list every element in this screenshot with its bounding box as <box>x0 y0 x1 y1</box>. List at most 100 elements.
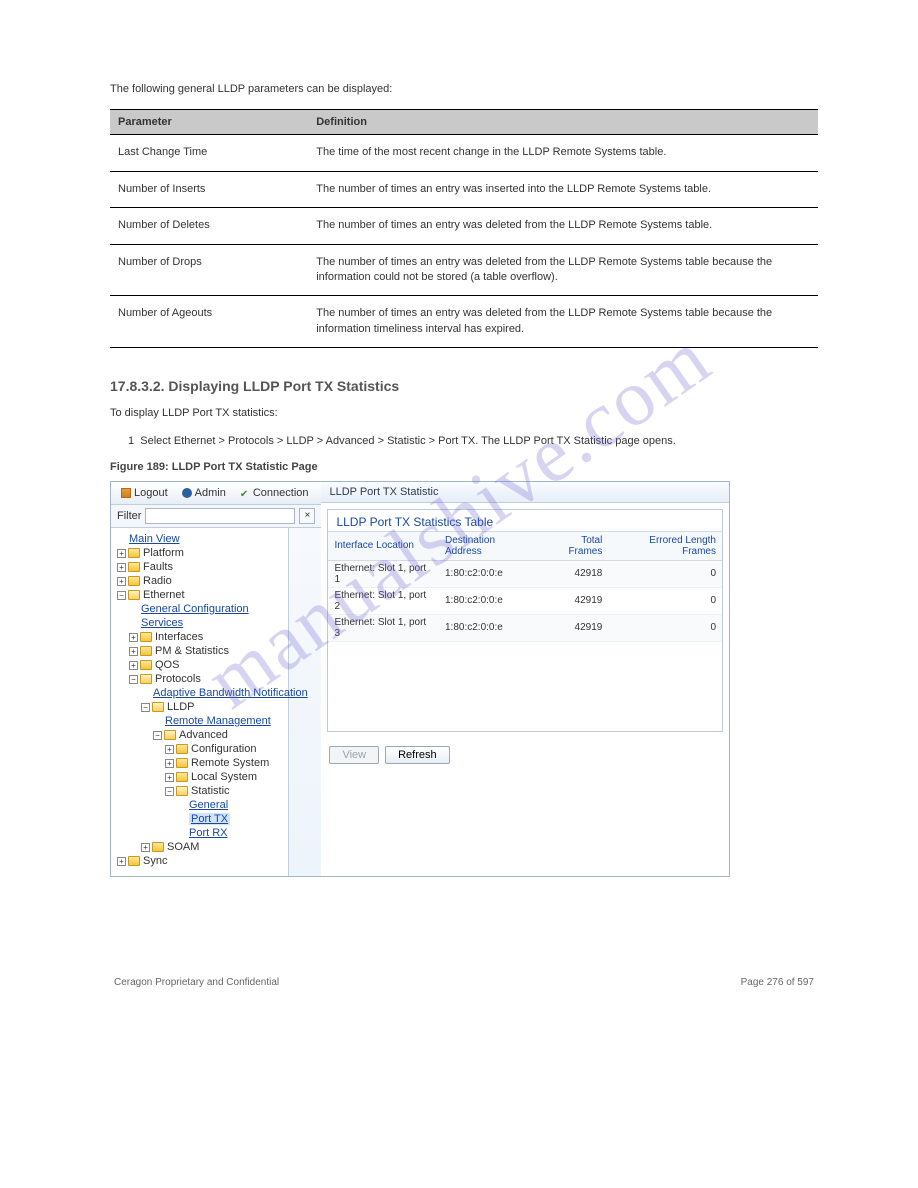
connection-button[interactable]: Connection <box>236 486 313 500</box>
filter-clear-button[interactable]: × <box>299 508 315 524</box>
intro-text: The following general LLDP parameters ca… <box>110 82 818 97</box>
expander-icon[interactable]: + <box>117 857 126 866</box>
admin-icon <box>182 488 192 498</box>
expander-icon[interactable]: + <box>165 759 174 768</box>
table-row: Last Change Time The time of the most re… <box>110 135 818 171</box>
folder-open-icon <box>176 786 188 796</box>
col-destination-address[interactable]: Destination Address <box>439 531 539 560</box>
folder-icon <box>128 548 140 558</box>
section-desc: To display LLDP Port TX statistics: <box>110 406 818 421</box>
folder-open-icon <box>152 702 164 712</box>
folder-icon <box>128 562 140 572</box>
figure-caption: Figure 189: LLDP Port TX Statistic Page <box>110 461 818 473</box>
expander-icon[interactable]: + <box>165 745 174 754</box>
expander-icon[interactable]: + <box>129 661 138 670</box>
table-row: Number of Drops The number of times an e… <box>110 244 818 296</box>
folder-open-icon <box>164 730 176 740</box>
tree-pm-stats[interactable]: PM & Statistics <box>155 645 229 657</box>
tree-general[interactable]: General <box>189 799 228 811</box>
tree-lldp[interactable]: LLDP <box>167 701 195 713</box>
tree-remote-mgmt[interactable]: Remote Management <box>165 715 271 727</box>
col-total-frames[interactable]: Total Frames <box>539 531 608 560</box>
app-frame: Logout Admin Connection Filter × <box>110 481 730 877</box>
table-row[interactable]: Ethernet: Slot 1, port 1 1:80:c2:0:0:e 4… <box>328 560 722 587</box>
tree-ethernet[interactable]: Ethernet <box>143 589 185 601</box>
tree-soam[interactable]: SOAM <box>167 841 199 853</box>
tree-services[interactable]: Services <box>141 617 183 629</box>
folder-icon <box>140 646 152 656</box>
table-row: Number of Ageouts The number of times an… <box>110 296 818 348</box>
tree-protocols[interactable]: Protocols <box>155 673 201 685</box>
tree-faults[interactable]: Faults <box>143 561 173 573</box>
folder-icon <box>140 660 152 670</box>
tree-interfaces[interactable]: Interfaces <box>155 631 203 643</box>
tree-main-view[interactable]: Main View <box>129 533 180 545</box>
col-errored-frames[interactable]: Errored Length Frames <box>608 531 722 560</box>
expander-icon[interactable]: − <box>129 675 138 684</box>
folder-open-icon <box>140 674 152 684</box>
folder-icon <box>176 758 188 768</box>
check-icon <box>240 488 250 498</box>
tree-platform[interactable]: Platform <box>143 547 184 559</box>
port-tx-table: Interface Location Destination Address T… <box>328 531 722 732</box>
table-row[interactable]: Ethernet: Slot 1, port 3 1:80:c2:0:0:e 4… <box>328 614 722 641</box>
tree-configuration[interactable]: Configuration <box>191 743 256 755</box>
folder-icon <box>176 772 188 782</box>
toolbar: Logout Admin Connection <box>111 482 321 505</box>
expander-icon[interactable]: + <box>165 773 174 782</box>
pane-title: LLDP Port TX Statistic <box>321 482 729 503</box>
table-row: Number of Deletes The number of times an… <box>110 208 818 244</box>
folder-open-icon <box>128 590 140 600</box>
admin-button[interactable]: Admin <box>178 486 230 500</box>
tree-local-system[interactable]: Local System <box>191 771 257 783</box>
tree-qos[interactable]: QOS <box>155 659 179 671</box>
port-tx-table-wrap: LLDP Port TX Statistics Table Interface … <box>327 509 723 733</box>
expander-icon[interactable]: + <box>129 647 138 656</box>
tree-general-config[interactable]: General Configuration <box>141 603 249 615</box>
tree-port-tx[interactable]: Port TX <box>189 813 230 825</box>
tree-sync[interactable]: Sync <box>143 855 167 867</box>
col-definition: Definition <box>308 110 818 135</box>
expander-icon[interactable]: − <box>165 787 174 796</box>
expander-icon[interactable]: + <box>141 843 150 852</box>
nav-tree: Main View + Platform + Faults + Radio − Ethe… <box>111 528 289 876</box>
table-row[interactable]: Ethernet: Slot 1, port 2 1:80:c2:0:0:e 4… <box>328 587 722 614</box>
tree-port-rx[interactable]: Port RX <box>189 827 228 839</box>
col-interface-location[interactable]: Interface Location <box>328 531 439 560</box>
footer-right: Page 276 of 597 <box>741 977 814 988</box>
folder-icon <box>140 632 152 642</box>
footer-left: Ceragon Proprietary and Confidential <box>114 977 279 988</box>
refresh-button[interactable]: Refresh <box>385 746 450 764</box>
expander-icon[interactable]: + <box>117 563 126 572</box>
step-text: 1 Select Ethernet > Protocols > LLDP > A… <box>110 434 818 449</box>
tree-abn[interactable]: Adaptive Bandwidth Notification <box>153 687 308 699</box>
expander-icon[interactable]: − <box>141 703 150 712</box>
table-row: Number of Inserts The number of times an… <box>110 171 818 207</box>
section-heading: 17.8.3.2. Displaying LLDP Port TX Statis… <box>110 378 818 394</box>
folder-icon <box>176 744 188 754</box>
expander-icon[interactable]: + <box>117 549 126 558</box>
tree-advanced[interactable]: Advanced <box>179 729 228 741</box>
view-button[interactable]: View <box>329 746 379 764</box>
params-table: Parameter Definition Last Change Time Th… <box>110 109 818 348</box>
col-parameter: Parameter <box>110 110 308 135</box>
expander-icon[interactable]: + <box>129 633 138 642</box>
logout-button[interactable]: Logout <box>117 486 172 500</box>
filter-input[interactable] <box>145 508 295 524</box>
button-row: View Refresh <box>321 738 729 772</box>
main-pane: LLDP Port TX Statistic LLDP Port TX Stat… <box>321 482 729 876</box>
tree-statistic[interactable]: Statistic <box>191 785 230 797</box>
page-content: The following general LLDP parameters ca… <box>0 0 918 1068</box>
filter-row: Filter × <box>111 505 321 528</box>
filter-label: Filter <box>117 510 141 522</box>
expander-icon[interactable]: − <box>117 591 126 600</box>
folder-icon <box>128 856 140 866</box>
folder-icon <box>152 842 164 852</box>
tree-remote-system[interactable]: Remote System <box>191 757 269 769</box>
subtable-title: LLDP Port TX Statistics Table <box>328 510 722 531</box>
folder-icon <box>128 576 140 586</box>
expander-icon[interactable]: + <box>117 577 126 586</box>
footer: Ceragon Proprietary and Confidential Pag… <box>110 977 818 988</box>
expander-icon[interactable]: − <box>153 731 162 740</box>
tree-radio[interactable]: Radio <box>143 575 172 587</box>
